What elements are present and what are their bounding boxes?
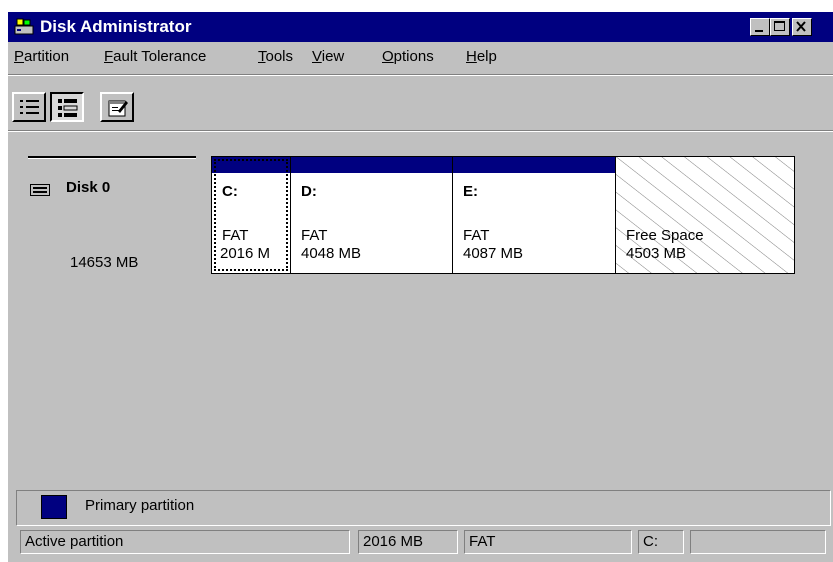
- disk-display-area: Disk 0 14653 MB C: FAT 2016 M D: FAT 404…: [8, 140, 833, 486]
- partition-size: 4048 MB: [301, 245, 362, 262]
- menu-accelerator: V: [312, 48, 322, 65]
- partition-letter: C:: [222, 183, 238, 200]
- close-button[interactable]: [792, 18, 812, 36]
- menu-accelerator: H: [466, 48, 477, 65]
- status-drive-letter: C:: [638, 530, 684, 554]
- legend-label: Primary partition: [85, 497, 195, 514]
- hard-disk-icon: [30, 184, 50, 196]
- partition-d[interactable]: D: FAT 4048 MB: [291, 157, 453, 273]
- menu-help[interactable]: Help: [466, 48, 497, 65]
- primary-partition-stripe: [291, 157, 452, 173]
- disk-divider: [28, 156, 196, 159]
- free-space-size: 4503 MB: [626, 245, 687, 262]
- window-title: Disk Administrator: [40, 17, 192, 36]
- volumes-view-button[interactable]: [12, 92, 46, 122]
- status-size: 2016 MB: [358, 530, 458, 554]
- partition-e[interactable]: E: FAT 4087 MB: [453, 157, 616, 273]
- menu-accelerator: O: [382, 48, 394, 65]
- primary-partition-stripe: [453, 157, 615, 173]
- minimize-icon: [755, 30, 763, 32]
- volumes-list-icon: [20, 100, 39, 114]
- partition-letter: D:: [301, 183, 317, 200]
- properties-button[interactable]: [100, 92, 134, 122]
- partition-letter: E:: [463, 183, 478, 200]
- status-description: Active partition: [20, 530, 350, 554]
- menu-label: ptions: [393, 48, 434, 65]
- menu-bar: Partition Fault Tolerance Tools View Opt…: [8, 42, 833, 72]
- menu-label: artition: [24, 48, 70, 65]
- primary-partition-swatch: [41, 495, 67, 519]
- partition-size: 2016 M: [220, 245, 271, 262]
- properties-icon: [108, 100, 128, 117]
- menu-partition[interactable]: Partition: [14, 48, 69, 65]
- menu-label: iew: [321, 48, 345, 65]
- menu-tools[interactable]: Tools: [258, 48, 293, 65]
- disk-size: 14653 MB: [70, 254, 139, 271]
- status-extra: [690, 530, 826, 554]
- minimize-button[interactable]: [750, 18, 770, 36]
- menu-label: ools: [265, 48, 294, 65]
- partition-filesystem: FAT: [463, 227, 490, 244]
- disk-administrator-window: Disk Administrator Partition Fault Toler…: [8, 12, 833, 562]
- close-icon: [796, 21, 806, 32]
- partition-size: 4087 MB: [463, 245, 524, 262]
- disk-configuration-icon: [58, 99, 78, 117]
- legend-panel: Primary partition: [16, 490, 831, 526]
- partition-filesystem: FAT: [301, 227, 328, 244]
- partition-filesystem: FAT: [222, 227, 249, 244]
- menu-fault-tolerance[interactable]: Fault Tolerance: [104, 48, 206, 65]
- disk-administrator-icon: [14, 18, 34, 35]
- menu-view[interactable]: View: [312, 48, 344, 65]
- menu-options[interactable]: Options: [382, 48, 434, 65]
- menu-label: ault Tolerance: [113, 48, 207, 65]
- toolbar: [8, 76, 833, 128]
- menu-accelerator: P: [14, 48, 25, 65]
- menu-accelerator: T: [258, 48, 266, 65]
- partition-bar: C: FAT 2016 M D: FAT 4048 MB E: FAT 4087…: [211, 156, 795, 274]
- maximize-icon: [774, 21, 785, 31]
- title-bar[interactable]: Disk Administrator: [8, 12, 833, 42]
- status-filesystem: FAT: [464, 530, 632, 554]
- toolbar-separator: [8, 130, 833, 132]
- menu-accelerator: F: [104, 48, 114, 65]
- free-space-label: Free Space: [626, 227, 704, 244]
- free-space-region[interactable]: Free Space 4503 MB: [616, 157, 794, 273]
- disk-name: Disk 0: [66, 179, 111, 196]
- menu-label: elp: [476, 48, 497, 65]
- disk-configuration-view-button[interactable]: [50, 92, 84, 122]
- maximize-button[interactable]: [770, 18, 790, 36]
- partition-c[interactable]: C: FAT 2016 M: [212, 157, 291, 273]
